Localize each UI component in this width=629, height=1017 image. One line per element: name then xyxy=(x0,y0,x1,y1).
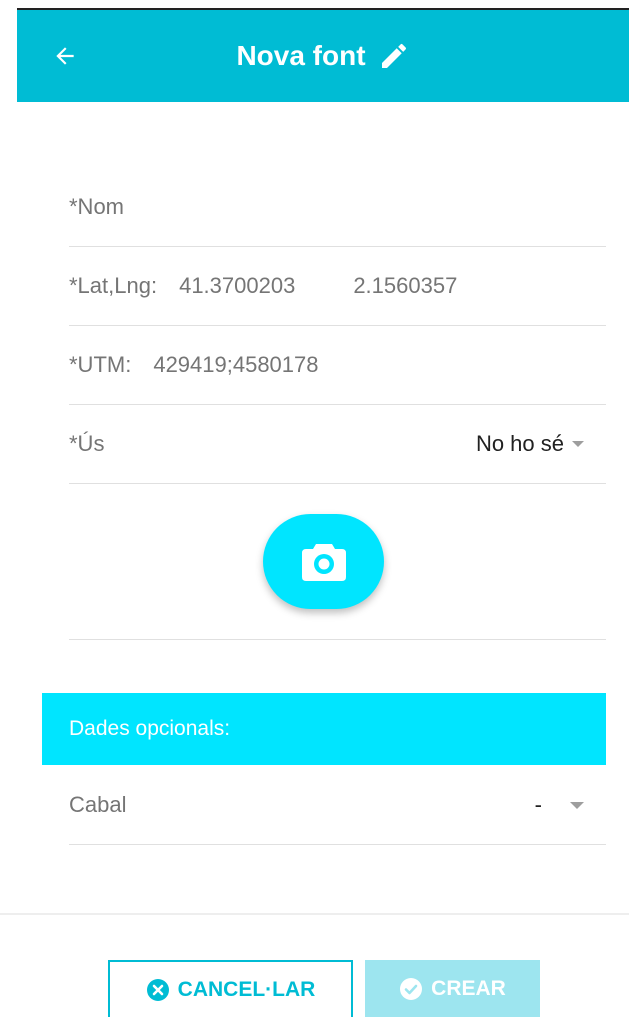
utm-label: *UTM: xyxy=(69,352,132,377)
us-label: *Ús xyxy=(69,431,105,456)
close-circle-icon xyxy=(146,978,170,1002)
us-select[interactable]: No ho sé xyxy=(476,431,584,457)
app-header: Nova font xyxy=(17,8,629,102)
page-title-wrap: Nova font xyxy=(17,10,629,102)
us-row: *Ús No ho sé xyxy=(69,405,606,484)
name-row xyxy=(69,168,606,247)
name-input[interactable] xyxy=(69,194,606,220)
pencil-icon xyxy=(378,40,410,72)
longitude-value[interactable]: 2.1560357 xyxy=(353,273,457,299)
cancel-label: CANCEL·LAR xyxy=(177,977,316,1001)
cabal-select[interactable]: - xyxy=(535,792,584,818)
utm-row: *UTM: 429419;4580178 xyxy=(69,326,606,405)
cabal-label: Cabal xyxy=(69,792,127,817)
latitude-value[interactable]: 41.3700203 xyxy=(179,273,295,299)
latlng-label: *Lat,Lng: xyxy=(69,273,158,298)
latlng-row: *Lat,Lng: 41.3700203 2.1560357 xyxy=(69,247,606,326)
caret-down-icon xyxy=(572,441,584,447)
create-button[interactable]: CREAR xyxy=(365,960,540,1017)
utm-value[interactable]: 429419;4580178 xyxy=(153,352,318,378)
page-title: Nova font xyxy=(236,40,366,71)
camera-button[interactable] xyxy=(263,514,384,609)
check-circle-icon xyxy=(399,977,423,1001)
cancel-button[interactable]: CANCEL·LAR xyxy=(108,960,353,1017)
us-selected-value: No ho sé xyxy=(475,431,564,456)
camera-icon xyxy=(301,543,346,581)
cabal-selected-value: - xyxy=(534,792,542,817)
optional-section-header: Dades opcionals: xyxy=(42,693,606,765)
screen: Nova font *Lat,Lng: 41.3700203 2.1560357… xyxy=(0,0,629,1017)
create-label: CREAR xyxy=(431,976,506,1000)
cabal-row: Cabal - xyxy=(69,766,606,845)
bottom-divider xyxy=(0,913,629,915)
optional-title: Dades opcionals: xyxy=(69,717,231,740)
caret-down-icon xyxy=(570,801,584,809)
divider xyxy=(69,639,606,640)
